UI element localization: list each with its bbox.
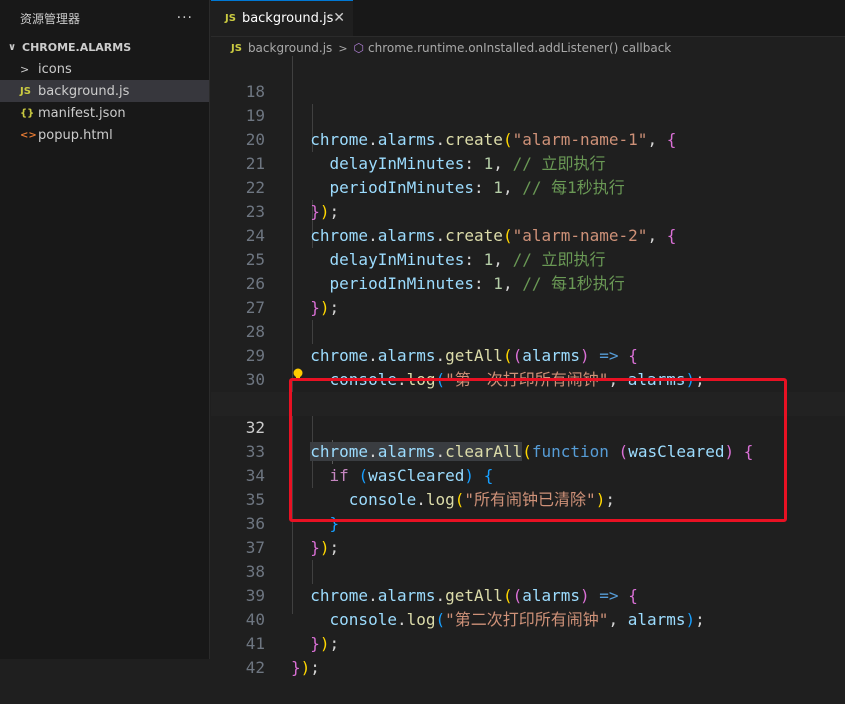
tree-item-label: manifest.json xyxy=(38,105,126,121)
more-actions-icon[interactable]: ··· xyxy=(177,10,193,26)
code-line: 38 chrome.alarms.getAll((alarms) => { xyxy=(211,536,845,605)
code-line: 31 xyxy=(211,368,845,413)
explorer-header: 资源管理器 ··· xyxy=(0,0,209,36)
code-line-current: 32 chrome.alarms.clearAll(function (wasC… xyxy=(211,392,845,461)
explorer-sidebar: 资源管理器 ··· ∨ CHROME.ALARMS > icons JS bac… xyxy=(0,0,210,659)
html-file-icon: <> xyxy=(20,129,37,141)
code-line: 35 } xyxy=(211,464,845,533)
code-editor[interactable]: 18 19 chrome.alarms.create("alarm-name-1… xyxy=(211,56,845,677)
code-line: 18 xyxy=(211,56,845,101)
chevron-right-icon: > xyxy=(20,62,30,76)
code-line: 28 chrome.alarms.getAll((alarms) => { xyxy=(211,296,845,365)
tree-item-background-js[interactable]: JS background.js xyxy=(0,80,209,102)
code-line: 24 delayInMinutes: 1, // 立即执行 xyxy=(211,200,845,269)
js-file-icon: JS xyxy=(225,13,236,24)
code-line: 26 }); xyxy=(211,248,845,317)
breadcrumb-symbol[interactable]: chrome.runtime.onInstalled.addListener()… xyxy=(368,41,671,55)
code-line: 33 if (wasCleared) { xyxy=(211,416,845,485)
editor-tabs: JS background.js ✕ xyxy=(211,0,845,37)
tree-item-icons[interactable]: > icons xyxy=(0,58,209,80)
code-line: 30 }); xyxy=(211,344,845,413)
code-line: 25 periodInMinutes: 1, // 每1秒执行 xyxy=(211,224,845,293)
code-line: 34 console.log("所有闹钟已清除"); xyxy=(211,440,845,509)
code-line: 37 xyxy=(211,512,845,557)
code-line: 39 console.log("第二次打印所有闹钟", alarms); xyxy=(211,560,845,629)
lightbulb-icon[interactable] xyxy=(293,368,303,382)
js-file-icon: JS xyxy=(231,42,242,54)
symbol-method-icon: ⬡ xyxy=(353,41,365,55)
code-line: 19 chrome.alarms.create("alarm-name-1", … xyxy=(211,80,845,149)
code-line: 36 }); xyxy=(211,488,845,557)
explorer-title: 资源管理器 xyxy=(20,11,81,26)
close-icon[interactable]: ✕ xyxy=(333,10,345,26)
js-file-icon: JS xyxy=(20,85,31,97)
code-line: 22 }); xyxy=(211,152,845,221)
code-text: }); xyxy=(291,658,320,677)
breadcrumb-separator-icon: > xyxy=(338,41,348,55)
tree-item-label: icons xyxy=(38,61,72,77)
folder-label: CHROME.ALARMS xyxy=(22,40,132,54)
tree-item-manifest-json[interactable]: {} manifest.json xyxy=(0,102,209,124)
tree-item-label: popup.html xyxy=(38,127,113,143)
code-line: 42 xyxy=(211,632,845,677)
line-number: 42 xyxy=(245,658,265,677)
folder-chrome-alarms[interactable]: ∨ CHROME.ALARMS xyxy=(0,36,209,58)
code-line: 23 chrome.alarms.create("alarm-name-2", … xyxy=(211,176,845,245)
code-line: 20 delayInMinutes: 1, // 立即执行 xyxy=(211,104,845,173)
tree-item-label: background.js xyxy=(38,83,130,99)
json-file-icon: {} xyxy=(20,107,35,119)
tab-label: background.js xyxy=(241,11,334,26)
tab-background-js[interactable]: JS background.js ✕ xyxy=(211,0,353,36)
code-line: 27 xyxy=(211,272,845,317)
code-line: 21 periodInMinutes: 1, // 每1秒执行 xyxy=(211,128,845,197)
code-line: 41 }); xyxy=(211,608,845,677)
breadcrumb-file[interactable]: background.js xyxy=(248,41,332,55)
chevron-down-icon: ∨ xyxy=(8,41,17,53)
code-line: 29 console.log("第一次打印所有闹钟", alarms); xyxy=(211,320,845,389)
code-line: 40 }); xyxy=(211,584,845,653)
tree-item-popup-html[interactable]: <> popup.html xyxy=(0,124,209,146)
